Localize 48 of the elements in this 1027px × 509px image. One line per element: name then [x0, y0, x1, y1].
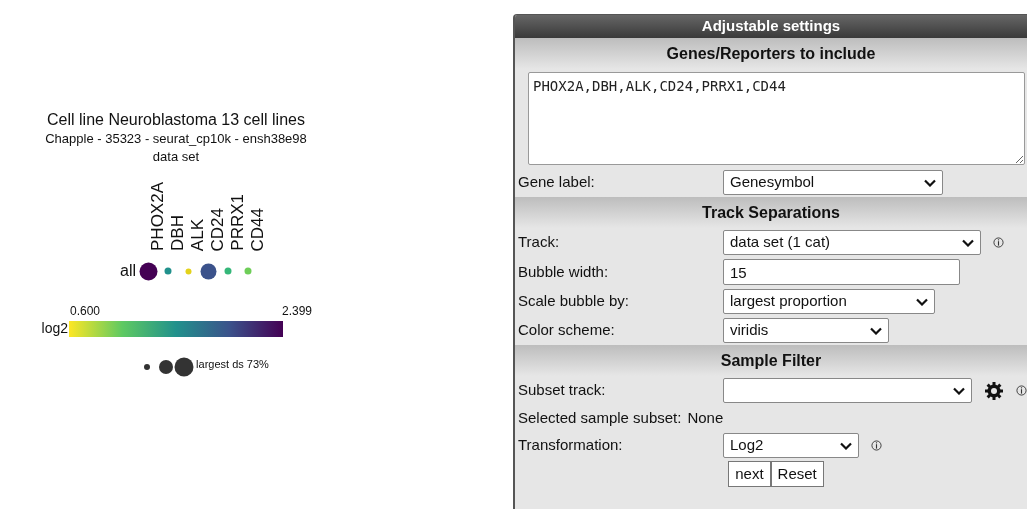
form-button[interactable]: Reset — [770, 461, 824, 487]
dropdown[interactable]: viridis — [723, 318, 889, 343]
plot-caption: data set — [152, 148, 200, 166]
gene-label: PRRX1 — [229, 194, 247, 251]
field-value: None — [687, 407, 724, 428]
gene-label: CD24 — [209, 207, 227, 251]
caret-icon — [953, 386, 965, 395]
info-icon[interactable] — [993, 237, 1004, 248]
dropdown[interactable]: Genesymbol — [723, 170, 943, 195]
field-label: Track: — [518, 232, 561, 253]
field-label: Bubble width: — [518, 261, 610, 282]
caret-icon — [870, 326, 882, 335]
gene-label: DBH — [169, 215, 187, 251]
plot-subtitle: Chapple - 35323 - seurat_cp10k - ensh38e98 — [45, 130, 307, 148]
section-heading: Sample Filter — [515, 345, 1027, 376]
caret-icon — [924, 178, 936, 187]
size-legend-label: largest ds 73% — [196, 356, 269, 372]
gene-label: ALK — [189, 218, 207, 251]
settings-icon[interactable] — [984, 380, 1004, 401]
section-heading: Track Separations — [515, 197, 1027, 228]
field-label: Scale bubble by: — [518, 291, 630, 312]
dropdown[interactable]: largest proportion — [723, 289, 935, 314]
dropdown[interactable] — [723, 378, 972, 403]
panel-title: Adjustable settings — [515, 15, 1027, 38]
caret-icon — [840, 441, 852, 450]
dropdown[interactable]: data set (1 cat) — [723, 230, 981, 255]
form-button[interactable]: next — [728, 461, 771, 487]
info-icon[interactable] — [1016, 385, 1027, 396]
genes-field[interactable]: PHOX2A,DBH,ALK,CD24,PRRX1,CD44 — [528, 72, 1025, 165]
dropdown[interactable]: Log2 — [723, 433, 859, 458]
gene-label: PHOX2A — [149, 182, 167, 251]
plot-title: Cell line Neuroblastoma 13 cell lines — [47, 110, 305, 130]
row-label: all — [120, 261, 136, 281]
bubble-width-field[interactable]: 15 — [723, 259, 960, 285]
field-label: Transformation: — [518, 435, 624, 456]
field-label: Subset track: — [518, 380, 607, 401]
scale-max: 2.399 — [281, 305, 312, 318]
field-label: Gene label: — [518, 172, 596, 193]
scale-min: 0.600 — [70, 305, 101, 318]
caret-icon — [962, 238, 974, 247]
caret-icon — [916, 297, 928, 306]
field-label: Selected sample subset: — [518, 407, 682, 428]
field-label: Color scheme: — [518, 320, 616, 341]
section-heading: Genes/Reporters to include — [515, 38, 1027, 69]
info-icon[interactable] — [871, 440, 882, 451]
size-legend-drawing — [143, 357, 196, 377]
gene-label: CD44 — [249, 207, 267, 251]
scale-label: log2 — [40, 319, 69, 338]
